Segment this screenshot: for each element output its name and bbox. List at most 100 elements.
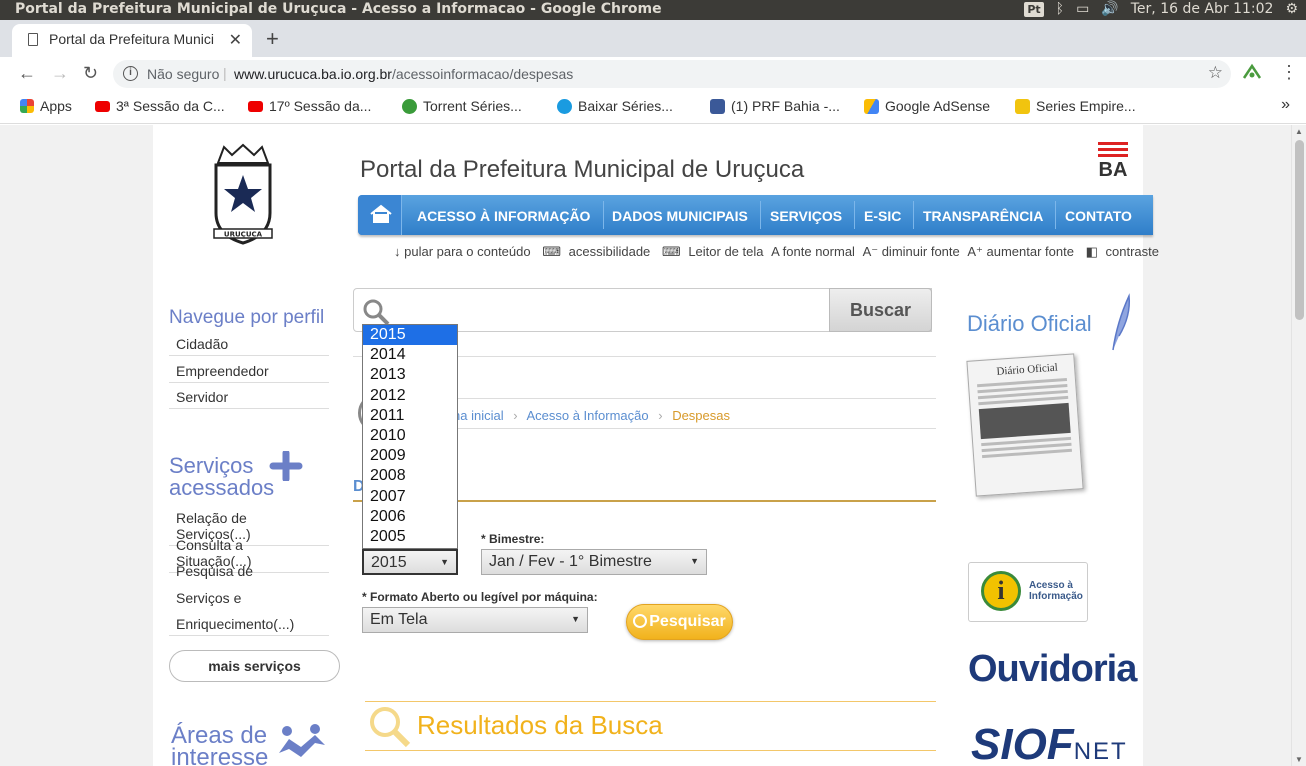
bookmark-item[interactable]: Google AdSense xyxy=(864,98,990,114)
skip-to-content-link[interactable]: ↓ pular para o conteúdo xyxy=(394,244,531,259)
bookmark-item[interactable]: (1) PRF Bahia -... xyxy=(710,98,840,114)
bimestre-select[interactable]: Jan / Fev - 1° Bimestre ▼ xyxy=(481,549,707,575)
font-normal-link[interactable]: A fonte normal xyxy=(771,244,855,259)
font-decrease-link[interactable]: A⁻ diminuir fonte xyxy=(863,244,960,259)
info-icon[interactable]: i xyxy=(123,66,138,81)
search-icon xyxy=(370,707,411,748)
extension-icon[interactable] xyxy=(1242,63,1262,81)
back-icon[interactable]: ← xyxy=(18,63,36,84)
servicos-heading: Serviços acessados xyxy=(169,455,274,499)
bimestre-selected-value: Jan / Fev - 1° Bimestre xyxy=(489,553,652,570)
bookmark-item[interactable]: 17º Sessão da... xyxy=(248,98,371,114)
year-option[interactable]: 2007 xyxy=(363,487,457,507)
contrast-icon: ◧ xyxy=(1085,244,1098,259)
site-title[interactable]: Portal da Prefeitura Municipal de Uruçuc… xyxy=(360,156,804,184)
dropdown-arrow-icon: ▼ xyxy=(440,557,449,567)
year-option[interactable]: 2015 xyxy=(363,325,457,346)
ano-dropdown-list[interactable]: 2015 2014 2013 2012 2011 2010 2009 2008 … xyxy=(362,324,458,549)
year-option[interactable]: 2012 xyxy=(363,386,457,406)
accessibility-link[interactable]: ⌨ acessibilidade xyxy=(538,244,650,259)
year-option[interactable]: 2008 xyxy=(363,466,457,486)
diario-oficial-thumbnail[interactable]: Diário Oficial xyxy=(966,353,1084,497)
servico-item[interactable]: Enriquecimento(...) xyxy=(169,613,329,636)
bookmark-item[interactable]: Series Empire... xyxy=(1015,98,1136,114)
nav-transparencia[interactable]: TRANSPARÊNCIA xyxy=(923,208,1043,224)
servico-item[interactable]: Pesquisa de xyxy=(169,560,329,582)
font-increase-link[interactable]: A⁺ aumentar fonte xyxy=(967,244,1074,259)
dropdown-arrow-icon: ▼ xyxy=(571,614,580,624)
scroll-down-icon[interactable]: ▼ xyxy=(1295,755,1303,764)
buscar-button[interactable]: Buscar xyxy=(829,288,932,332)
nav-acesso-informacao[interactable]: ACESSO À INFORMAÇÃO xyxy=(417,208,590,224)
nav-servicos[interactable]: SERVIÇOS xyxy=(770,208,842,224)
close-tab-icon[interactable]: ✕ xyxy=(229,30,242,50)
year-option[interactable]: 2009 xyxy=(363,446,457,466)
bookmark-label: Torrent Séries... xyxy=(423,98,522,114)
battery-icon[interactable]: ▭ xyxy=(1076,1,1089,17)
nav-dados-municipais[interactable]: DADOS MUNICIPAIS xyxy=(612,208,748,224)
nav-separator xyxy=(913,201,914,229)
diario-oficial-heading[interactable]: Diário Oficial xyxy=(967,311,1092,337)
bookmark-item[interactable]: Torrent Séries... xyxy=(402,98,522,114)
state-code: BA xyxy=(1098,159,1128,181)
scroll-up-icon[interactable]: ▲ xyxy=(1295,127,1303,136)
ouvidoria-logo[interactable]: Ouvidoria xyxy=(968,648,1137,691)
formato-select[interactable]: Em Tela ▼ xyxy=(362,607,588,633)
bookmarks-bar: Apps 3ª Sessão da C... 17º Sessão da... … xyxy=(0,91,1306,124)
page-scrollbar[interactable]: ▲ ▼ xyxy=(1291,125,1306,766)
new-tab-button[interactable]: + xyxy=(266,26,279,52)
nav-contato[interactable]: CONTATO xyxy=(1065,208,1132,224)
not-secure-label: Não seguro xyxy=(147,66,220,82)
more-bookmarks-icon[interactable]: » xyxy=(1281,96,1290,114)
ano-select[interactable]: 2015 ▼ xyxy=(362,549,458,575)
home-button[interactable] xyxy=(358,195,402,235)
perfil-item-cidadao[interactable]: Cidadão xyxy=(169,333,329,356)
breadcrumb-acesso[interactable]: Acesso à Informação xyxy=(526,408,648,423)
bookmark-star-icon[interactable]: ☆ xyxy=(1208,63,1223,83)
year-option[interactable]: 2014 xyxy=(363,345,457,365)
scrollbar-thumb[interactable] xyxy=(1295,140,1304,320)
siofnet-logo[interactable]: SIOFNET xyxy=(971,720,1128,766)
clock[interactable]: Ter, 16 de Abr 11:02 xyxy=(1131,1,1274,17)
perfil-item-servidor[interactable]: Servidor xyxy=(169,386,329,409)
search-icon xyxy=(363,299,390,326)
servico-item[interactable]: Serviços e xyxy=(169,587,329,609)
bluetooth-icon[interactable]: ᛒ xyxy=(1056,1,1064,17)
nav-esic[interactable]: E-SIC xyxy=(864,208,901,224)
state-badge: BA xyxy=(1098,139,1128,182)
year-option[interactable]: 2005 xyxy=(363,527,457,547)
browser-tab[interactable]: Portal da Prefeitura Munici ✕ xyxy=(12,24,252,57)
nav-separator xyxy=(760,201,761,229)
bookmark-item[interactable]: Baixar Séries... xyxy=(557,98,673,114)
pesquisar-button[interactable]: Pesquisar xyxy=(626,604,733,640)
siof-text: SIOF xyxy=(971,720,1074,766)
breadcrumb-home[interactable]: na inicial xyxy=(453,408,504,423)
screen-reader-label: Leitor de tela xyxy=(688,244,764,259)
screen-reader-link[interactable]: ⌨ Leitor de tela xyxy=(658,244,764,259)
breadcrumb-chevron-icon: › xyxy=(658,408,663,423)
forward-icon[interactable]: → xyxy=(51,63,69,84)
bookmark-item[interactable]: 3ª Sessão da C... xyxy=(95,98,225,114)
year-option[interactable]: 2010 xyxy=(363,426,457,446)
volume-icon[interactable]: 🔊 xyxy=(1101,1,1118,17)
perfil-item-empreendedor[interactable]: Empreendedor xyxy=(169,360,329,383)
year-option[interactable]: 2013 xyxy=(363,365,457,385)
document-icon xyxy=(28,33,38,46)
laptop-icon: ⌨ xyxy=(661,244,681,259)
mais-servicos-button[interactable]: mais serviços xyxy=(169,650,340,682)
reload-icon[interactable]: ↻ xyxy=(83,63,98,84)
year-option[interactable]: 2011 xyxy=(363,406,457,426)
year-option[interactable]: 2006 xyxy=(363,507,457,527)
formato-label: * Formato Aberto ou legível por máquina: xyxy=(362,590,598,604)
browser-menu-icon[interactable]: ⋮ xyxy=(1280,62,1298,83)
acesso-informacao-banner[interactable]: i Acesso à Informação xyxy=(968,562,1088,622)
keyboard-layout-indicator[interactable]: Pt xyxy=(1024,1,1044,17)
page-viewport: URUÇUCA Portal da Prefeitura Municipal d… xyxy=(0,125,1291,766)
bookmark-label: 17º Sessão da... xyxy=(269,98,372,114)
address-bar[interactable]: i Não seguro | www.urucuca.ba.io.org.br/… xyxy=(113,60,1231,88)
contrast-link[interactable]: ◧ contraste xyxy=(1082,244,1159,259)
power-icon[interactable]: ⚙ xyxy=(1285,1,1298,17)
contrast-label: contraste xyxy=(1105,244,1159,259)
areas-heading-line2: interesse xyxy=(171,744,269,766)
bookmark-apps[interactable]: Apps xyxy=(20,98,72,114)
